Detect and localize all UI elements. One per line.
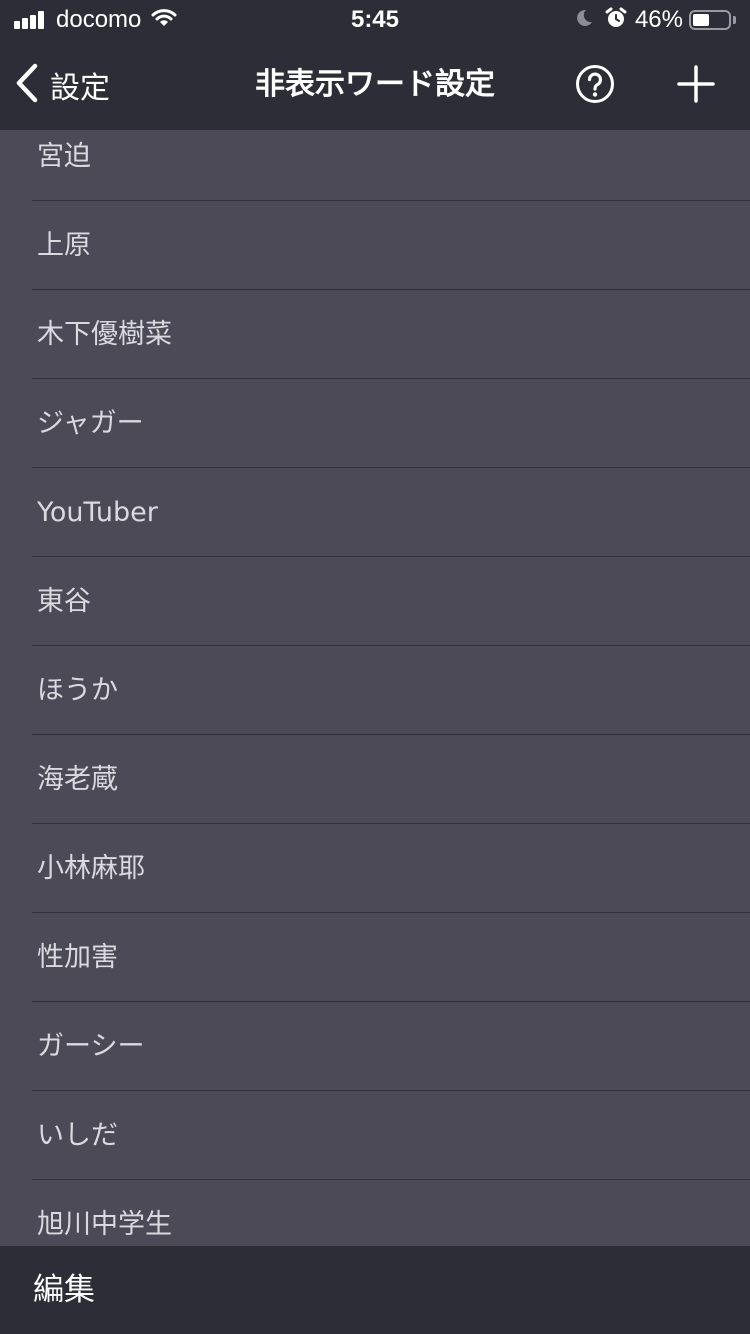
list-item[interactable]: ほうか xyxy=(0,646,750,735)
header: docomo 5:45 46% 設定 非表示ワード設定 xyxy=(0,0,750,130)
list-item[interactable]: 旭川中学生 xyxy=(0,1180,750,1246)
list-item[interactable]: 小林麻耶 xyxy=(0,824,750,913)
list-item-label: 木下優樹菜 xyxy=(37,319,172,350)
list-item-label: 性加害 xyxy=(37,942,118,973)
list-item[interactable]: YouTuber xyxy=(0,468,750,557)
list-item-label: ほうか xyxy=(37,675,118,706)
list-item[interactable]: 東谷 xyxy=(0,557,750,646)
add-word-button[interactable] xyxy=(676,64,716,104)
footer-toolbar: 編集 xyxy=(0,1246,750,1334)
hidden-word-list: 宮迫 上原 木下優樹菜 ジャガー YouTuber 東谷 ほうか 海老蔵 小林麻… xyxy=(0,130,750,1246)
navigation-bar: 設定 非表示ワード設定 xyxy=(0,40,750,130)
list-item-label: いしだ xyxy=(37,1120,118,1151)
list-item-label: 上原 xyxy=(37,230,91,261)
chevron-left-icon xyxy=(14,63,40,107)
battery-icon xyxy=(689,10,731,30)
list-item-label: 宮迫 xyxy=(37,141,91,172)
list-item-label: 海老蔵 xyxy=(37,764,118,795)
list-item[interactable]: ジャガー xyxy=(0,379,750,468)
status-bar: docomo 5:45 46% xyxy=(0,0,750,40)
question-circle-icon xyxy=(575,65,615,108)
alarm-icon xyxy=(605,7,627,33)
battery-level xyxy=(693,14,709,26)
list-item[interactable]: 性加害 xyxy=(0,913,750,1002)
back-button[interactable]: 設定 xyxy=(14,62,110,108)
list-item[interactable]: いしだ xyxy=(0,1091,750,1180)
list-item-label: 小林麻耶 xyxy=(37,853,145,884)
plus-icon xyxy=(676,65,716,108)
list-item[interactable]: ガーシー xyxy=(0,1002,750,1091)
list-item[interactable]: 宮迫 xyxy=(0,130,750,201)
list-item-label: YouTuber xyxy=(37,497,158,528)
list-item-label: ガーシー xyxy=(37,1031,145,1062)
battery-tip xyxy=(733,16,736,24)
page-title: 非表示ワード設定 xyxy=(255,67,495,102)
help-button[interactable] xyxy=(575,64,615,104)
list-item-label: ジャガー xyxy=(37,408,144,439)
list-item[interactable]: 木下優樹菜 xyxy=(0,290,750,379)
list-item[interactable]: 上原 xyxy=(0,201,750,290)
edit-button[interactable]: 編集 xyxy=(33,1246,95,1334)
back-label: 設定 xyxy=(50,71,110,106)
battery-percent: 46% xyxy=(634,6,683,33)
list-item[interactable]: 海老蔵 xyxy=(0,735,750,824)
moon-icon xyxy=(575,8,593,32)
list-item-label: 東谷 xyxy=(37,586,91,617)
list-item-label: 旭川中学生 xyxy=(37,1209,172,1240)
